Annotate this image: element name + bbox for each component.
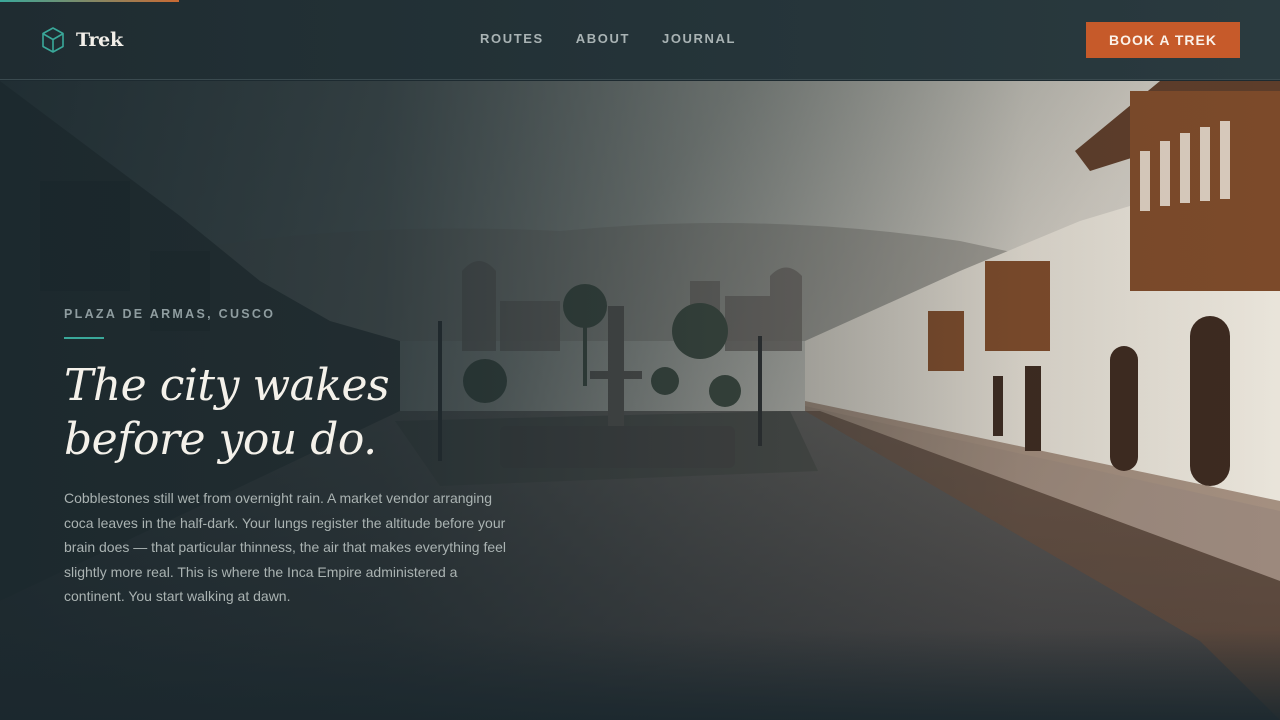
hero-body-text: Cobblestones still wet from overnight ra… [64, 490, 507, 604]
book-a-trek-button[interactable]: BOOK A TREK [1086, 22, 1240, 58]
eyebrow-divider [64, 337, 104, 339]
site-header: Trek ROUTES ABOUT JOURNAL BOOK A TREK [0, 0, 1280, 80]
hero-bottom-fade [0, 630, 1280, 720]
nav-link-routes[interactable]: ROUTES [480, 31, 544, 46]
scroll-progress-fill [0, 0, 180, 2]
brand-name: Trek [76, 29, 123, 51]
brand-home-link[interactable]: Trek [40, 26, 123, 54]
nav-link-about[interactable]: ABOUT [576, 31, 630, 46]
scroll-progress-bar [0, 0, 1280, 2]
hero-eyebrow-location: PLAZA DE ARMAS, CUSCO [64, 307, 276, 321]
nav-link-journal[interactable]: JOURNAL [662, 31, 736, 46]
hexagon-cube-icon [42, 27, 64, 53]
main-nav: ROUTES ABOUT JOURNAL [480, 31, 736, 46]
hero-section: PLAZA DE ARMAS, CUSCO The city wakes bef… [0, 81, 1280, 720]
hero-headline: The city wakes before you do. [64, 360, 390, 465]
